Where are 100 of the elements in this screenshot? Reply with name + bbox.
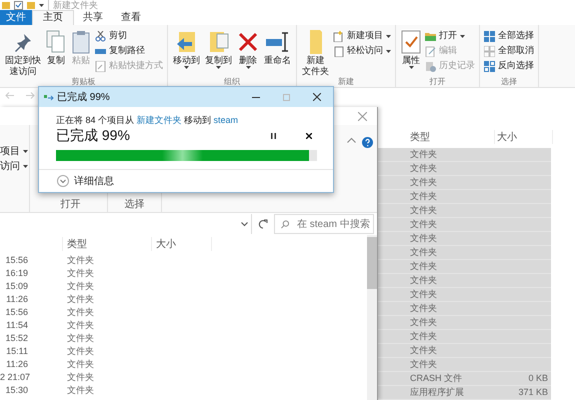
group-label: 新建 [337, 77, 355, 87]
table-cell-text: 应用程序扩展 [409, 386, 465, 399]
ribbon-button[interactable]: 复制 [45, 29, 67, 66]
table-cell-text: 文件夹 [409, 162, 438, 175]
table-cell-text: 文件夹 [409, 316, 438, 329]
ribbon-button[interactable]: 重命名 [263, 29, 292, 66]
table-cell-text: 文件夹 [409, 232, 438, 245]
table-cell-text: 文件夹 [67, 332, 94, 345]
table-cell-text: 文件夹 [409, 330, 438, 343]
ribbon-small-button[interactable]: 轻松访问 [333, 44, 391, 58]
clipboard-icon [71, 30, 91, 54]
file-row[interactable]: 文件夹 [378, 148, 551, 162]
file-row[interactable]: 文件夹 [378, 218, 551, 232]
help-icon [362, 137, 373, 148]
group-label: 选择 [124, 199, 144, 211]
close-icon [358, 112, 367, 120]
ribbon-small-button[interactable]: 打开 [425, 29, 465, 43]
file-row[interactable]: CRASH 文件 0 KB [378, 372, 551, 386]
dialog-title: 已完成 99% [57, 90, 110, 104]
ribbon-small-button[interactable]: 访问 [0, 160, 28, 173]
file-row[interactable]: 文件夹 [378, 274, 551, 288]
ribbon-tab[interactable]: 共享 [74, 10, 112, 25]
folder-icon [27, 1, 35, 9]
column-header[interactable]: 类型 [63, 237, 152, 251]
scrollbar[interactable] [367, 235, 377, 400]
table-cell-text: 文件夹 [409, 204, 438, 217]
column-header[interactable]: 大小 [152, 237, 212, 251]
select-none-icon [484, 46, 495, 56]
table-cell-text: 文件夹 [409, 302, 438, 315]
ribbon-small-button[interactable]: 反向选择 [484, 59, 534, 73]
dropdown-caret-icon [39, 4, 44, 6]
table-cell-text: 文件夹 [67, 384, 94, 397]
rename-icon [264, 31, 290, 53]
file-row[interactable]: 文件夹 [378, 232, 551, 246]
file-row[interactable]: 文件夹 [378, 176, 551, 190]
table-cell-text: 文件夹 [409, 344, 438, 357]
file-row[interactable]: 文件夹 [378, 190, 551, 204]
dropdown-caret-icon [408, 66, 414, 69]
file-row[interactable]: 文件夹 [378, 204, 551, 218]
file-row[interactable]: 文件夹 [378, 302, 551, 316]
ribbon-tab[interactable]: 查看 [112, 10, 150, 25]
open-folder-icon [425, 30, 436, 42]
ribbon-small-button[interactable]: 全部取消 [484, 44, 534, 58]
ribbon-button[interactable]: 属性 [400, 29, 422, 69]
table-cell-text: 15:11 [5, 344, 28, 358]
scrollbar-thumb[interactable] [367, 237, 377, 289]
file-row[interactable]: 文件夹 [378, 288, 551, 302]
ribbon-button[interactable]: 复制到 [204, 29, 233, 69]
new-item-icon [333, 30, 344, 42]
table-cell-text: 11:26 [5, 358, 28, 371]
table-cell-text: 文件夹 [67, 292, 94, 306]
table-cell-text: 0 KB [527, 372, 549, 385]
file-row[interactable]: 文件夹 [378, 162, 551, 176]
ribbon-button[interactable]: 移动到 [172, 29, 201, 69]
table-cell-text: 15:30 [4, 384, 28, 397]
table-cell-text: 文件夹 [67, 280, 94, 293]
search-field[interactable]: 在 steam 中搜索 [274, 214, 374, 234]
table-cell-text: 文件夹 [409, 190, 438, 203]
file-row[interactable]: 文件夹 [378, 330, 551, 344]
pause-icon [270, 132, 276, 138]
group-label: 选择 [500, 77, 518, 87]
table-cell-text: 文件夹 [67, 344, 94, 358]
file-row[interactable]: 应用程序扩展 371 KB [378, 386, 551, 400]
details-toggle[interactable]: 详细信息 [57, 170, 114, 192]
table-cell-text: 文件夹 [409, 274, 438, 287]
ribbon-tab[interactable]: 文件 [0, 10, 32, 25]
table-cell-text: 文件夹 [409, 260, 438, 273]
ribbon-small-button[interactable]: 剪切 [95, 29, 127, 43]
properties-icon [401, 30, 421, 54]
dropdown-caret-icon [460, 34, 465, 38]
copy-icon [46, 30, 66, 54]
ribbon-small-button[interactable]: 复制路径 [95, 44, 145, 58]
ribbon-button[interactable]: 删除 [236, 29, 260, 69]
edit-icon [425, 46, 436, 56]
ribbon-small-button[interactable]: 全部选择 [484, 29, 534, 43]
dropdown-caret-icon [184, 66, 189, 69]
table-cell-text: 11:54 [5, 318, 28, 332]
file-row[interactable]: 文件夹 [378, 260, 551, 274]
ribbon-small-button[interactable]: 项目 [0, 145, 28, 158]
dropdown-caret-icon [23, 165, 28, 168]
file-row[interactable]: 文件夹 [378, 246, 551, 260]
ribbon-button[interactable]: 新建 文件夹 [301, 29, 330, 77]
file-row[interactable]: 文件夹 [378, 316, 551, 330]
column-header[interactable]: 大小 [495, 130, 553, 144]
ribbon-button[interactable]: 固定到快 速访问 [4, 29, 42, 77]
folder-link[interactable]: steam [214, 115, 238, 125]
table-cell-text: 11:26 [5, 292, 28, 306]
ribbon-tab[interactable]: 主页 [32, 10, 74, 25]
dropdown-caret-icon [386, 34, 391, 38]
file-row[interactable]: 文件夹 [378, 358, 551, 372]
forward-arrow-icon [26, 92, 35, 98]
shortcut-icon [95, 60, 106, 72]
folder-link[interactable]: 新建文件夹 [136, 115, 182, 125]
refresh-icon [258, 219, 268, 229]
file-row[interactable]: 文件夹 [378, 344, 551, 358]
ribbon-small-button[interactable]: 新建项目 [333, 29, 391, 43]
expand-chevron-icon [57, 175, 69, 187]
maximize-icon [282, 94, 290, 100]
table-cell-text: 15:09 [4, 280, 28, 293]
group-label: 打开 [60, 199, 80, 211]
